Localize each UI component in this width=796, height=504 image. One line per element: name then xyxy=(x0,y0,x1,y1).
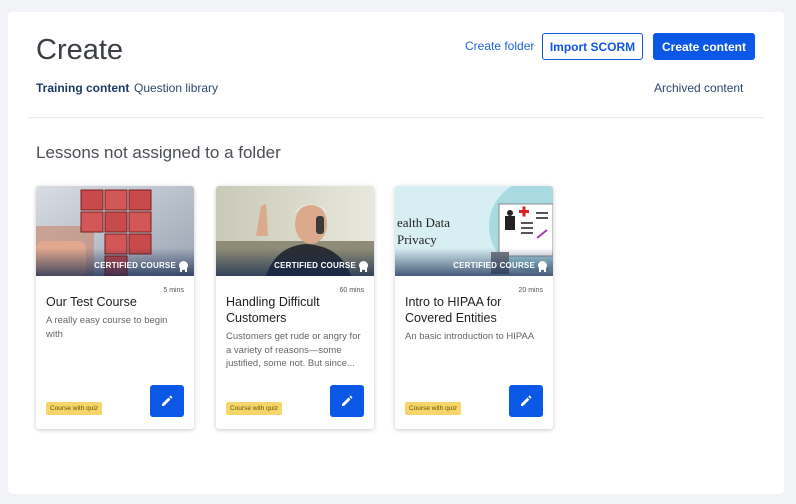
certified-label: CERTIFIED COURSE xyxy=(94,261,188,272)
course-type-tag: Course with quiz xyxy=(46,402,103,415)
course-card[interactable]: CERTIFIED COURSE 60 mins Handling Diffic… xyxy=(216,186,374,429)
page-title: Create xyxy=(36,34,124,66)
archived-content-link[interactable]: Archived content xyxy=(654,81,743,95)
import-scorm-button[interactable]: Import SCORM xyxy=(542,33,643,60)
course-thumbnail: ealth Data Privacy CERTIFIED COURSE xyxy=(395,186,553,276)
award-icon xyxy=(538,261,547,272)
course-type-tag: Course with quiz xyxy=(405,402,462,415)
award-icon xyxy=(179,261,188,272)
edit-course-button[interactable] xyxy=(330,385,364,417)
course-description: An basic introduction to HIPAA xyxy=(405,331,535,342)
course-type-tag: Course with quiz xyxy=(226,402,283,415)
pencil-icon xyxy=(342,395,353,406)
create-content-button[interactable]: Create content xyxy=(653,33,755,60)
course-card[interactable]: ealth Data Privacy CERTIFIED COURSE 20 m… xyxy=(395,186,553,429)
course-thumbnail: CERTIFIED COURSE xyxy=(216,186,374,276)
tab-question-library[interactable]: Question library xyxy=(134,81,218,95)
award-icon xyxy=(359,261,368,272)
course-thumbnail: CERTIFIED COURSE xyxy=(36,186,194,276)
thumbnail-text-line2: Privacy xyxy=(397,232,437,247)
pencil-icon xyxy=(162,395,173,406)
course-description: Customers get rude or angry for a variet… xyxy=(226,331,361,369)
course-title[interactable]: Our Test Course xyxy=(46,294,184,310)
certified-label: CERTIFIED COURSE xyxy=(274,261,368,272)
pencil-icon xyxy=(521,395,532,406)
thumbnail-text-line1: ealth Data xyxy=(397,215,450,230)
content-panel: Create Create folder Import SCORM Create… xyxy=(8,12,784,494)
section-title: Lessons not assigned to a folder xyxy=(36,143,281,162)
tab-training-content[interactable]: Training content xyxy=(36,81,129,95)
course-description: A really easy course to begin with xyxy=(46,315,168,340)
course-duration: 20 mins xyxy=(518,287,543,294)
certified-label: CERTIFIED COURSE xyxy=(453,261,547,272)
edit-course-button[interactable] xyxy=(150,385,184,417)
header-divider xyxy=(28,117,764,118)
course-duration: 5 mins xyxy=(163,287,184,294)
course-duration: 60 mins xyxy=(339,287,364,294)
create-folder-link[interactable]: Create folder xyxy=(465,39,534,53)
course-title[interactable]: Intro to HIPAA for Covered Entities xyxy=(405,294,543,326)
course-card[interactable]: CERTIFIED COURSE 5 mins Our Test Course … xyxy=(36,186,194,429)
course-title[interactable]: Handling Difficult Customers xyxy=(226,294,364,326)
edit-course-button[interactable] xyxy=(509,385,543,417)
